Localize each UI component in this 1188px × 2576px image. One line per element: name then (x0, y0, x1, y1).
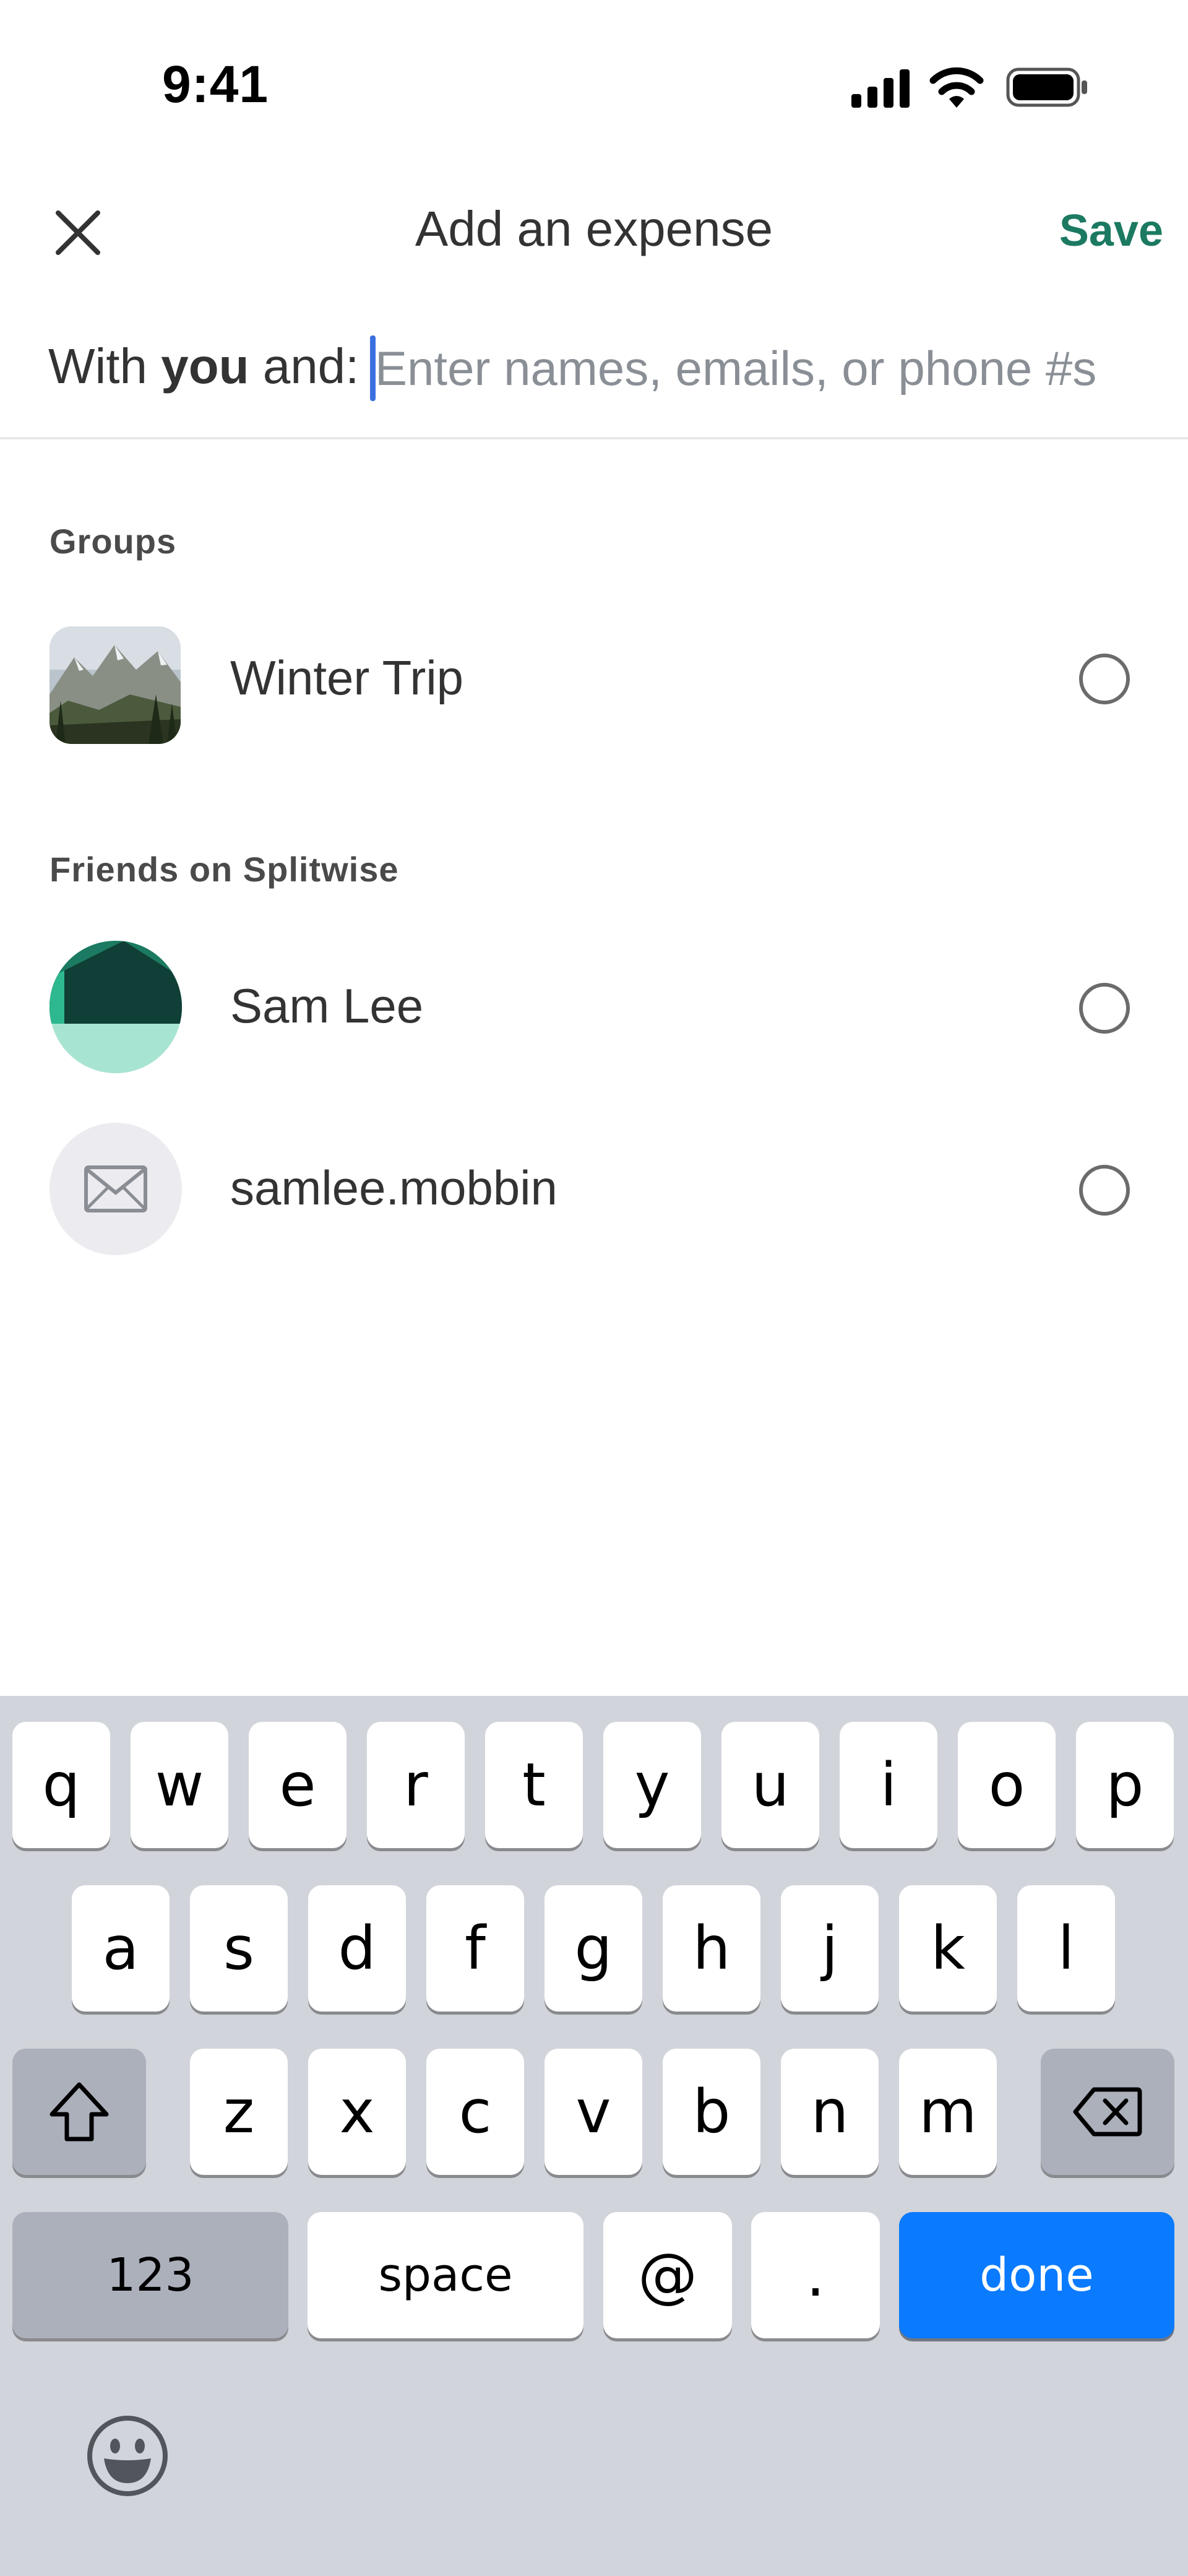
with-prefix: With (48, 339, 161, 394)
at-key[interactable]: @ (603, 2212, 732, 2338)
key-w[interactable]: w (131, 1722, 228, 1848)
key-c[interactable]: c (426, 2049, 524, 2175)
key-i[interactable]: i (840, 1722, 937, 1848)
groups-heading: Groups (50, 522, 177, 561)
key-p[interactable]: p (1076, 1722, 1174, 1848)
key-g[interactable]: g (544, 1885, 642, 2012)
friend-samlee-mobbin-label: samlee.mobbin (230, 1160, 557, 1215)
mail-icon (84, 1165, 147, 1212)
sam-lee-avatar (50, 941, 182, 1073)
key-x[interactable]: x (308, 2049, 406, 2175)
cellular-signal-icon (851, 69, 910, 108)
wifi-icon (929, 67, 984, 108)
with-suffix: and: (249, 339, 359, 394)
space-key[interactable]: space (308, 2212, 583, 2338)
key-q[interactable]: q (12, 1722, 110, 1848)
key-e[interactable]: e (249, 1722, 346, 1848)
numbers-key[interactable]: 123 (12, 2212, 288, 2338)
sam-lee-radio[interactable] (1079, 983, 1130, 1034)
backspace-key[interactable] (1041, 2049, 1174, 2175)
close-icon (56, 210, 100, 255)
battery-icon (1006, 67, 1087, 107)
close-button[interactable] (41, 196, 115, 270)
with-you-label: With you and: (48, 338, 359, 395)
samlee-mobbin-radio[interactable] (1079, 1165, 1130, 1216)
key-j[interactable]: j (781, 1885, 879, 2012)
done-key[interactable]: done (899, 2212, 1174, 2338)
winter-trip-radio[interactable] (1079, 654, 1130, 704)
friend-sam-lee-label: Sam Lee (230, 979, 424, 1033)
key-h[interactable]: h (663, 1885, 760, 2012)
status-time: 9:41 (162, 55, 269, 113)
group-winter-trip-label: Winter Trip (230, 650, 464, 705)
key-s[interactable]: s (190, 1885, 288, 2012)
key-u[interactable]: u (721, 1722, 819, 1848)
friends-heading: Friends on Splitwise (50, 850, 399, 889)
key-b[interactable]: b (663, 2049, 760, 2175)
key-m[interactable]: m (899, 2049, 997, 2175)
email-contact-avatar (50, 1123, 182, 1255)
key-d[interactable]: d (308, 1885, 406, 2012)
dot-key[interactable]: . (751, 2212, 880, 2338)
key-k[interactable]: k (899, 1885, 997, 2012)
key-r[interactable]: r (367, 1722, 465, 1848)
key-v[interactable]: v (544, 2049, 642, 2175)
winter-trip-image[interactable] (50, 626, 181, 744)
shift-key[interactable] (12, 2049, 146, 2175)
key-n[interactable]: n (781, 2049, 879, 2175)
participants-input[interactable] (375, 332, 1155, 405)
save-button[interactable]: Save (1002, 205, 1163, 256)
keyboard: q w e r t y u i o p a s d f g h j k l z … (0, 1696, 1188, 2576)
key-o[interactable]: o (958, 1722, 1056, 1848)
shift-icon (50, 2082, 109, 2142)
key-y[interactable]: y (603, 1722, 701, 1848)
key-f[interactable]: f (426, 1885, 524, 2012)
emoji-icon[interactable] (85, 2414, 170, 2498)
key-a[interactable]: a (72, 1885, 170, 2012)
key-z[interactable]: z (190, 2049, 288, 2175)
backspace-icon (1073, 2087, 1142, 2137)
key-t[interactable]: t (485, 1722, 583, 1848)
page-title: Add an expense (415, 201, 773, 256)
key-l[interactable]: l (1017, 1885, 1115, 2012)
divider (0, 437, 1188, 439)
with-you-bold: you (161, 339, 249, 394)
